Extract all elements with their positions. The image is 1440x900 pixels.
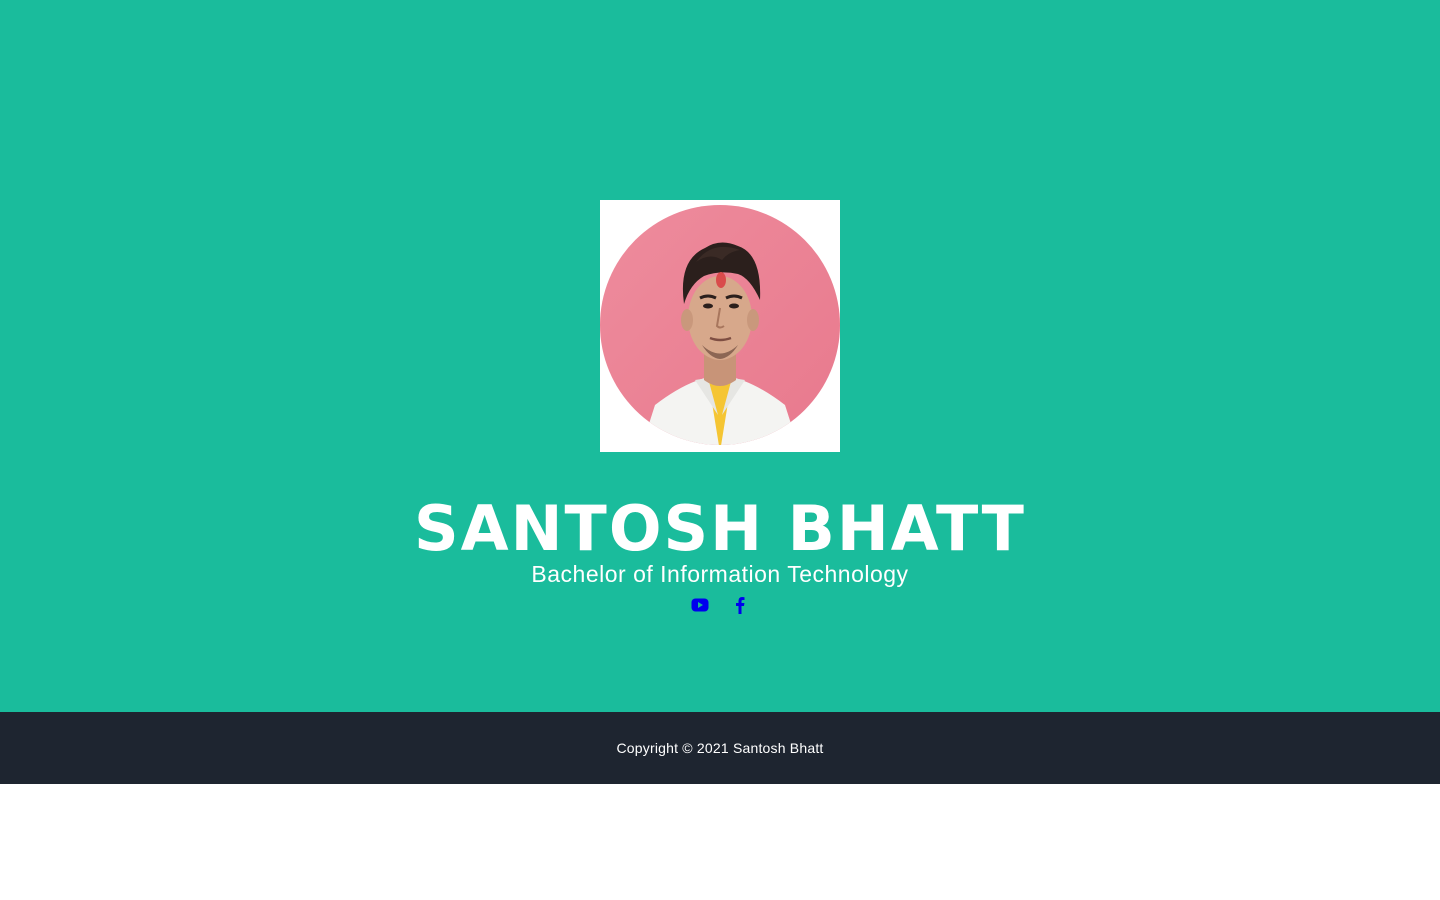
social-links: [0, 594, 1440, 616]
copyright-text: Copyright © 2021 Santosh Bhatt: [616, 740, 824, 756]
avatar: [600, 200, 840, 452]
profile-photo: [600, 200, 840, 452]
footer: Copyright © 2021 Santosh Bhatt: [0, 712, 1440, 784]
youtube-link[interactable]: [691, 596, 709, 614]
page-title: SANTOSH BHATT: [414, 492, 1026, 565]
masthead: SANTOSH BHATT Bachelor of Information Te…: [0, 0, 1440, 712]
facebook-link[interactable]: [731, 596, 749, 614]
subtitle: Bachelor of Information Technology: [531, 561, 909, 587]
facebook-icon: [736, 597, 745, 614]
youtube-icon: [691, 598, 709, 612]
